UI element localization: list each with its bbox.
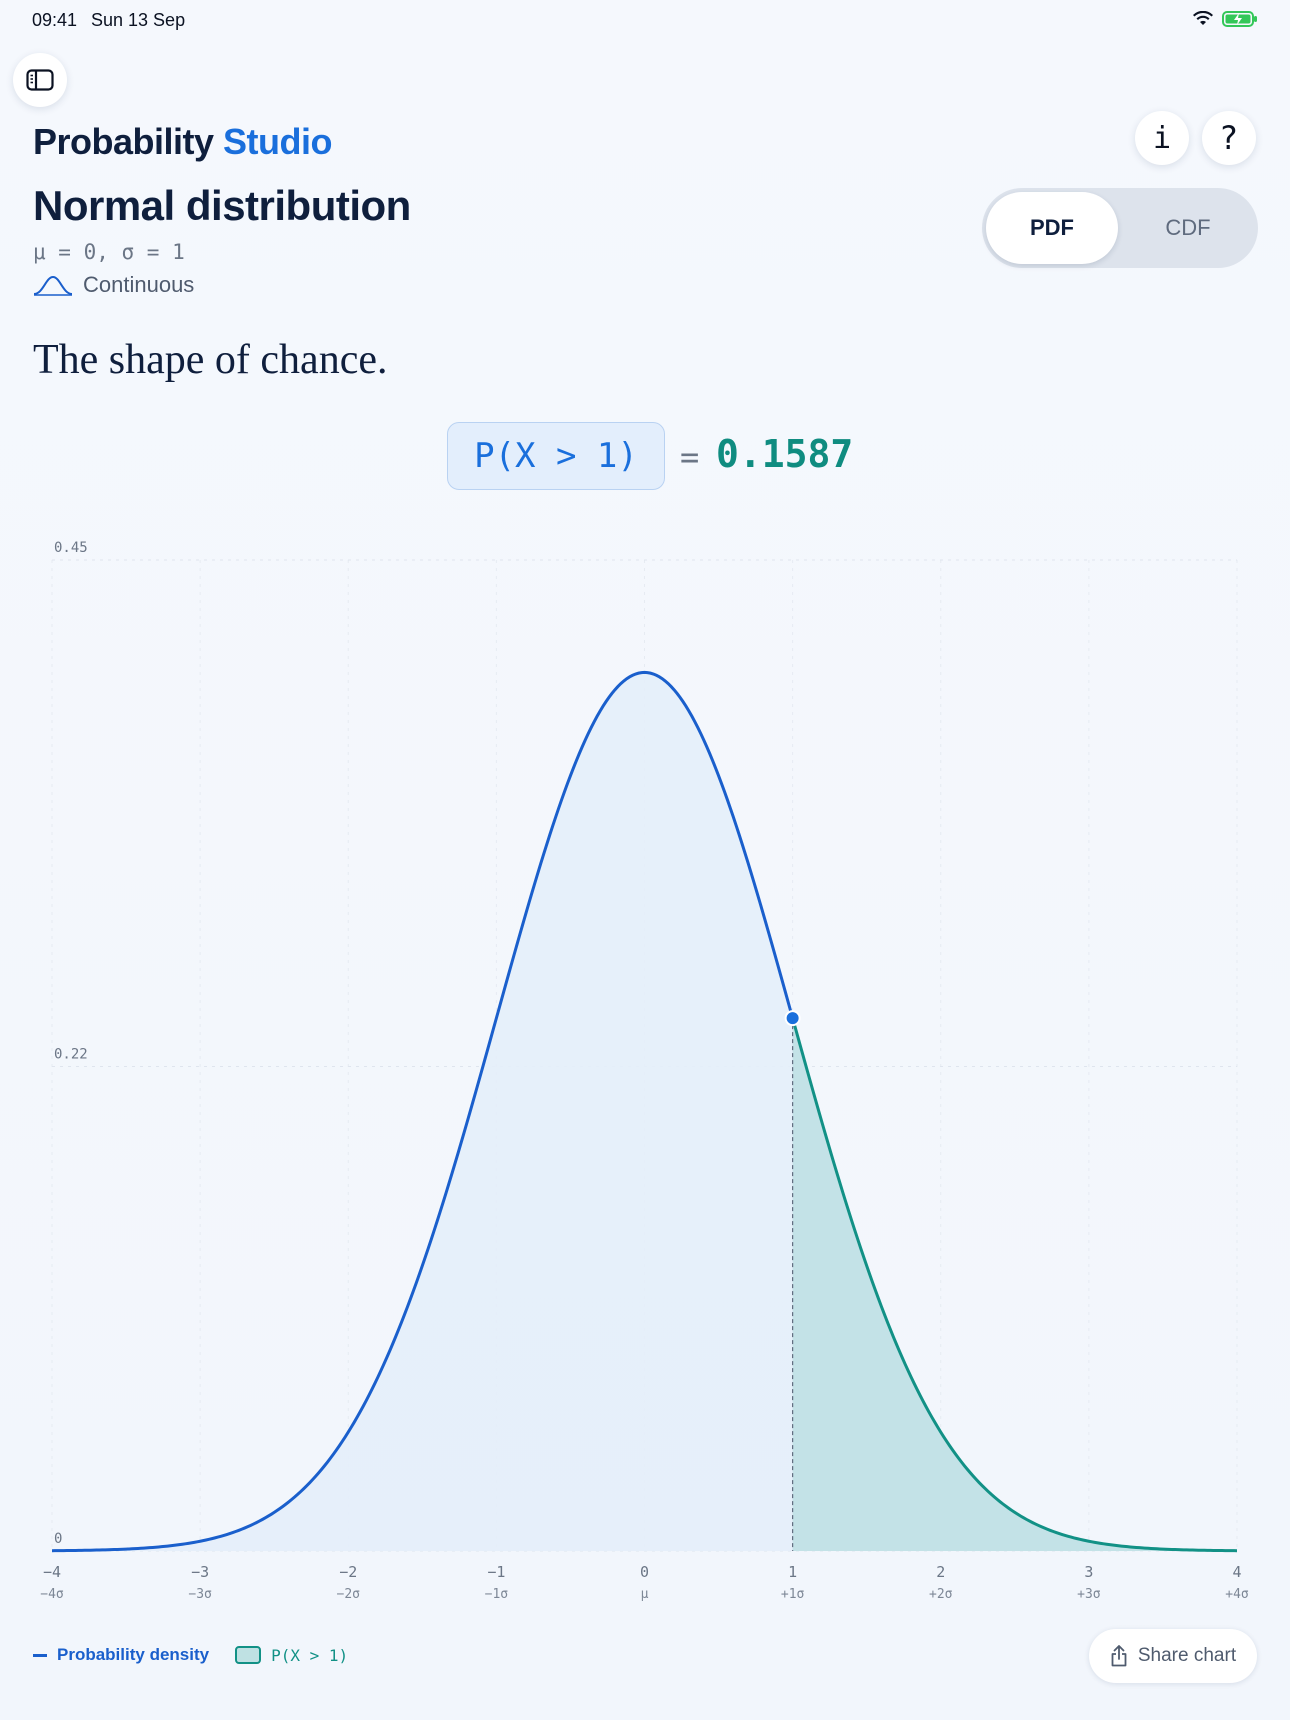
x-tick-label: −2: [339, 1563, 357, 1581]
equals-sign: =: [680, 438, 700, 476]
density-line-swatch: [33, 1653, 47, 1657]
y-tick-label: 0.45: [54, 540, 88, 556]
wifi-icon: [1193, 11, 1213, 25]
x-tick-label: 2: [936, 1563, 945, 1581]
x-sigma-label: −3σ: [188, 1587, 212, 1602]
legend-density-label: Probability density: [57, 1645, 210, 1664]
legend-shaded-label: P(X > 1): [271, 1645, 349, 1665]
x-sigma-label: +4σ: [1225, 1587, 1249, 1602]
x-tick-label: 4: [1232, 1563, 1241, 1581]
x-sigma-label: −4σ: [40, 1587, 64, 1602]
shaded-area-swatch: [235, 1646, 262, 1664]
x-tick-label: 0: [640, 1563, 649, 1581]
help-icon: ?: [1220, 119, 1238, 157]
distribution-title: Normal distribution: [33, 182, 411, 229]
distribution-type: Continuous: [33, 272, 194, 298]
x-sigma-label: −2σ: [337, 1587, 361, 1602]
info-button[interactable]: i: [1135, 111, 1189, 165]
chart-legend: Probability density P(X > 1): [33, 1645, 348, 1665]
x-tick-label: −4: [43, 1563, 61, 1581]
battery-charging-icon: [1222, 11, 1257, 27]
x-sigma-label: +2σ: [929, 1587, 953, 1602]
help-button[interactable]: ?: [1202, 111, 1256, 165]
app-title-accent: Studio: [223, 121, 333, 162]
toggle-pdf[interactable]: PDF: [986, 192, 1118, 264]
status-date: Sun 13 Sep: [91, 10, 186, 30]
toggle-cdf[interactable]: CDF: [1122, 192, 1254, 264]
x-sigma-label: +3σ: [1077, 1587, 1101, 1602]
app-title-main: Probability: [33, 121, 214, 162]
x-tick-label: 3: [1084, 1563, 1093, 1581]
status-icons: [1192, 10, 1258, 28]
x-tick-label: 1: [788, 1563, 797, 1581]
probability-expression[interactable]: P(X > 1): [447, 422, 665, 490]
sidebar-icon: [26, 69, 54, 91]
sidebar-toggle-button[interactable]: [13, 53, 67, 107]
x-sigma-label: −1σ: [485, 1587, 509, 1602]
x-tick-label: −1: [487, 1563, 505, 1581]
share-chart-label: Share chart: [1137, 1645, 1237, 1666]
status-time: 09:41: [32, 10, 78, 30]
app-title: Probability Studio: [33, 121, 333, 163]
x-sigma-label: +1σ: [781, 1587, 805, 1602]
distribution-type-label: Continuous: [83, 272, 195, 297]
share-icon: [1111, 1645, 1127, 1667]
bell-curve-icon: [33, 275, 73, 296]
x-tick-label: −3: [191, 1563, 209, 1581]
y-tick-label: 0: [54, 1531, 62, 1547]
info-icon: i: [1152, 120, 1172, 156]
pdf-cdf-toggle: PDF CDF: [982, 188, 1258, 268]
share-chart-button[interactable]: Share chart: [1089, 1629, 1257, 1683]
normal-distribution-chart[interactable]: 0.45 0.22 0 −4 −4σ −3 −3σ −2 −2σ −1 −1σ 0 μ 1 +1σ 2 +2σ 3…: [0, 530, 1290, 1610]
probability-value: 0.1587: [716, 432, 854, 476]
y-tick-label: 0.22: [54, 1047, 88, 1063]
density-area-fill: [52, 672, 1237, 1551]
x-sigma-label: μ: [641, 1587, 649, 1602]
threshold-marker: [784, 1010, 801, 1027]
tail-probability-area: [792, 1018, 1237, 1551]
status-bar: 09:41 Sun 13 Sep: [32, 10, 1258, 34]
distribution-params: μ = 0, σ = 1: [33, 240, 185, 264]
tagline: The shape of chance.: [33, 337, 388, 383]
